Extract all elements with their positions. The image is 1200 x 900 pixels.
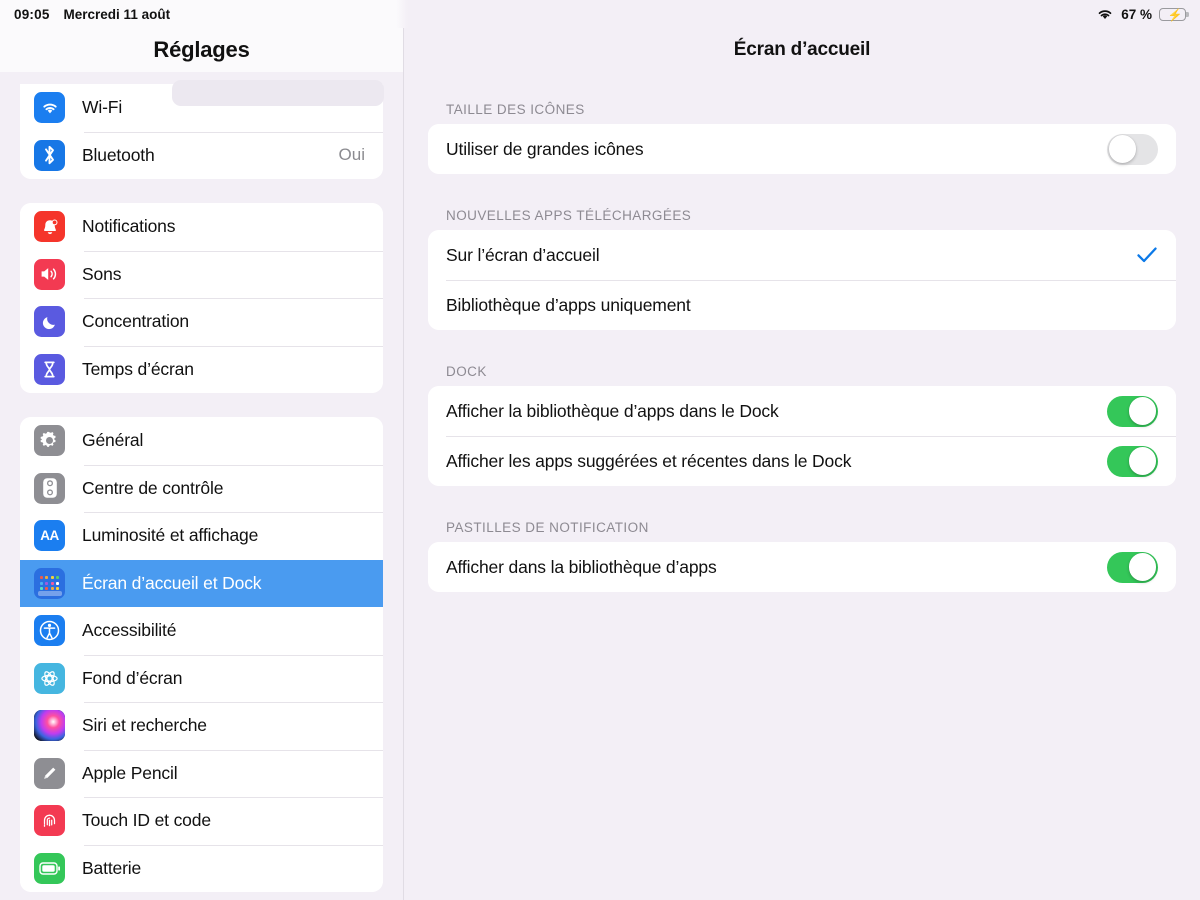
sidebar-item-label: Concentration: [82, 311, 190, 332]
sidebar-item-label: Wi-Fi: [82, 97, 123, 118]
home-screen-icon: [34, 567, 65, 599]
sidebar-item-sons[interactable]: Sons: [20, 250, 383, 298]
battery-icon: [34, 852, 65, 884]
display-aa-icon: AA: [34, 520, 65, 552]
sidebar-scroll-area[interactable]: Wi-Fi Bluetooth Oui Notifications Sons Concen…: [0, 28, 403, 900]
sidebar-item-apple-pencil[interactable]: Apple Pencil: [20, 749, 383, 797]
battery-charging-icon: ⚡: [1159, 7, 1189, 21]
setting-row[interactable]: Afficher les apps suggérées et récentes …: [428, 436, 1176, 486]
sidebar-item-label: Touch ID et code: [82, 810, 211, 831]
sidebar-item-label: Accessibilité: [82, 620, 177, 641]
search-field-ghost[interactable]: [172, 80, 384, 106]
section-header: TAILLE DES ICÔNES: [446, 102, 585, 117]
section-card: Utiliser de grandes icônes: [428, 124, 1176, 174]
fingerprint-icon: [34, 805, 65, 837]
sidebar-header: Réglages: [0, 28, 403, 72]
toggle-knob: [1128, 397, 1156, 425]
detail-panel: Écran d’accueil TAILLE DES ICÔNES Utilise…: [404, 28, 1200, 900]
pencil-icon: [34, 757, 65, 789]
hourglass-icon: [34, 353, 65, 385]
setting-label: Sur l’écran d’accueil: [446, 244, 600, 265]
sidebar-item-value: Oui: [338, 145, 365, 165]
toggle-switch[interactable]: [1107, 395, 1158, 427]
setting-row[interactable]: Bibliothèque d’apps uniquement: [428, 280, 1176, 330]
sidebar-item-label: Batterie: [82, 857, 142, 878]
settings-sidebar: Wi-Fi Bluetooth Oui Notifications Sons Concen…: [0, 28, 404, 900]
setting-label: Afficher les apps suggérées et récentes …: [446, 450, 852, 471]
siri-icon: [34, 710, 65, 742]
accessibility-icon: [34, 615, 65, 647]
sidebar-item-label: Écran d’accueil et Dock: [82, 572, 262, 593]
sidebar-groups: Wi-Fi Bluetooth Oui Notifications Sons Concen…: [0, 84, 403, 892]
sidebar-item-label: Bluetooth: [82, 144, 155, 165]
sidebar-item-luminosit-et-affichage[interactable]: AA Luminosité et affichage: [20, 512, 383, 560]
status-time: 09:05: [14, 6, 50, 22]
status-date: Mercredi 11 août: [63, 6, 171, 22]
setting-row[interactable]: Afficher la bibliothèque d’apps dans le …: [428, 386, 1176, 436]
status-bar: 09:05 Mercredi 11 août 67 % ⚡: [0, 0, 1200, 28]
setting-row[interactable]: Afficher dans la bibliothèque d’apps: [428, 542, 1176, 592]
detail-sections: TAILLE DES ICÔNES Utiliser de grandes icô…: [404, 72, 1200, 592]
toggle-knob: [1128, 447, 1156, 475]
ipad-settings-screen: 09:05 Mercredi 11 août 67 % ⚡ Wi-Fi Blue…: [0, 0, 1200, 900]
section-header: PASTILLES DE NOTIFICATION: [446, 520, 649, 535]
sidebar-item-label: Sons: [82, 263, 122, 284]
section-card: Sur l’écran d’accueil Bibliothèque d’apps…: [428, 230, 1176, 330]
sidebar-item-touch-id-et-code[interactable]: Touch ID et code: [20, 797, 383, 845]
sidebar-item-centre-de-contr-le[interactable]: Centre de contrôle: [20, 464, 383, 512]
bluetooth-icon: [34, 139, 65, 171]
wallpaper-icon: [34, 662, 65, 694]
page-title: Réglages: [153, 37, 250, 62]
setting-row[interactable]: Utiliser de grandes icônes: [428, 124, 1176, 174]
setting-label: Utiliser de grandes icônes: [446, 138, 644, 159]
control-center-icon: [34, 472, 65, 504]
sidebar-item-accessibilit[interactable]: Accessibilité: [20, 607, 383, 655]
wifi-icon: [1096, 7, 1114, 21]
setting-label: Afficher la bibliothèque d’apps dans le …: [446, 400, 779, 421]
sidebar-item-label: Luminosité et affichage: [82, 525, 259, 546]
sidebar-item-label: Siri et recherche: [82, 715, 207, 736]
bell-icon: [34, 211, 65, 243]
sidebar-item-label: Notifications: [82, 216, 176, 237]
split-view: Wi-Fi Bluetooth Oui Notifications Sons Concen…: [0, 28, 1200, 900]
setting-row[interactable]: Sur l’écran d’accueil: [428, 230, 1176, 280]
sidebar-item-label: Apple Pencil: [82, 762, 178, 783]
sidebar-group-system: Général Centre de contrôle AA Luminosité et…: [20, 417, 383, 892]
battery-percent: 67 %: [1121, 6, 1152, 22]
detail-title: Écran d’accueil: [733, 39, 871, 60]
toggle-switch[interactable]: [1107, 445, 1158, 477]
toggle-switch[interactable]: [1107, 551, 1158, 583]
wifi-app-icon: [34, 92, 65, 124]
setting-label: Bibliothèque d’apps uniquement: [446, 294, 691, 315]
sidebar-item-bluetooth[interactable]: Bluetooth Oui: [20, 131, 383, 179]
sidebar-item-fond-d-cran[interactable]: Fond d’écran: [20, 654, 383, 702]
sidebar-item-batterie[interactable]: Batterie: [20, 844, 383, 892]
sidebar-item-label: Temps d’écran: [82, 358, 194, 379]
detail-header: Écran d’accueil: [404, 28, 1200, 72]
sidebar-item-siri-et-recherche[interactable]: Siri et recherche: [20, 702, 383, 750]
status-bar-left: 09:05 Mercredi 11 août: [14, 7, 170, 22]
sidebar-item-label: Général: [82, 430, 144, 451]
sidebar-item-notifications[interactable]: Notifications: [20, 203, 383, 251]
speaker-icon: [34, 258, 65, 290]
sidebar-item-label: Fond d’écran: [82, 667, 183, 688]
sidebar-item-g-n-ral[interactable]: Général: [20, 417, 383, 465]
section-header: DOCK: [446, 364, 487, 379]
toggle-switch[interactable]: [1107, 133, 1158, 165]
toggle-knob: [1108, 135, 1137, 163]
status-bar-right: 67 % ⚡: [1096, 6, 1189, 22]
section-card: Afficher la bibliothèque d’apps dans le …: [428, 386, 1176, 486]
moon-icon: [34, 306, 65, 338]
sidebar-group-alerts: Notifications Sons Concentration Temps d’éc…: [20, 203, 383, 393]
sidebar-item-label: Centre de contrôle: [82, 477, 224, 498]
section-header: NOUVELLES APPS TÉLÉCHARGÉES: [446, 208, 692, 223]
sidebar-item-cran-d-accueil-et-dock[interactable]: Écran d’accueil et Dock: [20, 559, 383, 607]
section-card: Afficher dans la bibliothèque d’apps: [428, 542, 1176, 592]
sidebar-item-concentration[interactable]: Concentration: [20, 298, 383, 346]
gear-icon: [34, 425, 65, 457]
checkmark-icon: [1136, 246, 1158, 264]
sidebar-item-temps-d-cran[interactable]: Temps d’écran: [20, 345, 383, 393]
toggle-knob: [1128, 553, 1156, 581]
setting-label: Afficher dans la bibliothèque d’apps: [446, 556, 717, 577]
